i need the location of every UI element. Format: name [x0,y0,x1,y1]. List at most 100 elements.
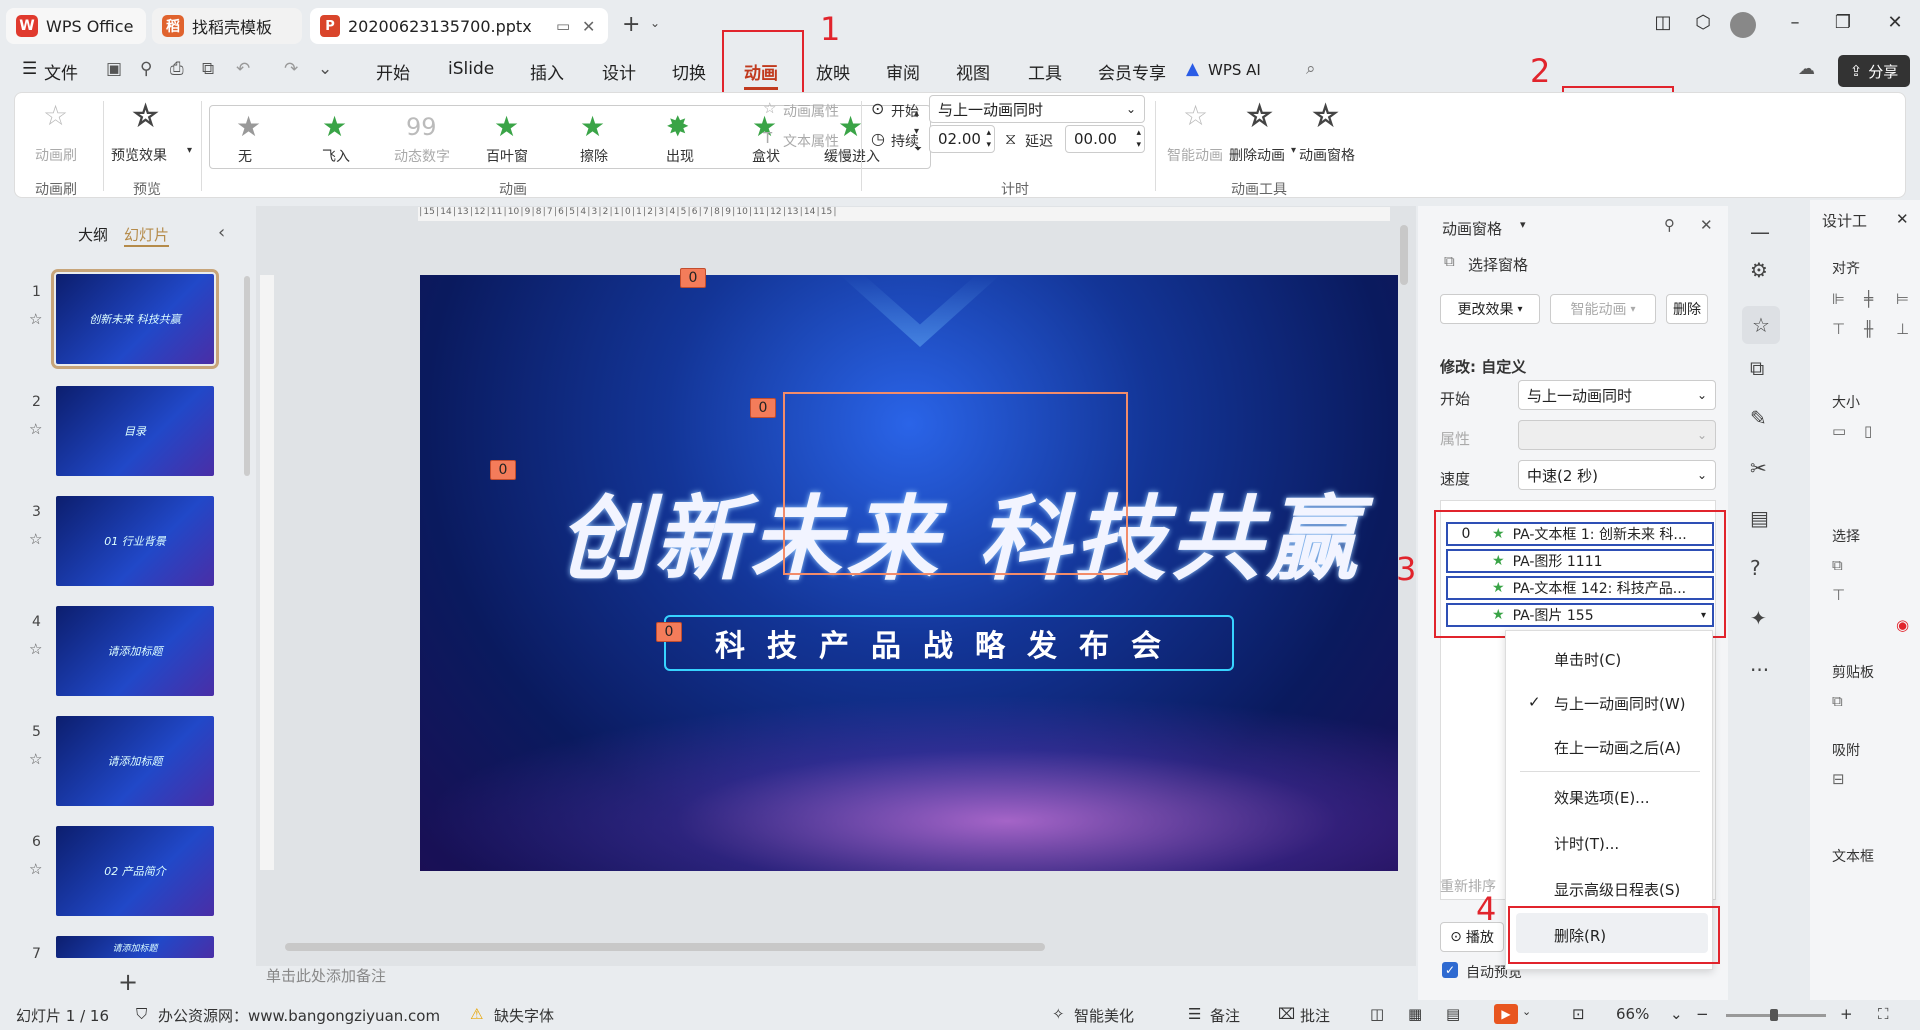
slide-thumb-5[interactable]: 请添加标题 [56,716,214,806]
slide-v-scrollbar[interactable] [1400,225,1408,285]
help-icon[interactable]: ? [1750,556,1761,580]
layers-icon[interactable]: ⧉ [1750,356,1764,380]
cube-icon[interactable]: ⬡ [1688,12,1718,38]
align-left-icon[interactable]: ⊫ [1832,290,1845,308]
snap-icon[interactable]: ⊟ [1832,770,1845,788]
effect-box[interactable]: 盒状 [752,146,780,166]
menu-advanced-timeline[interactable]: 显示高级日程表(S) [1554,879,1680,900]
tab-template[interactable]: 稻 找稻壳模板 [152,8,302,44]
pin-icon[interactable]: ⚲ [1664,216,1675,234]
more-chevron-icon[interactable]: ⌄ [318,59,332,79]
change-effect-button[interactable]: 更改效果 ▾ [1440,294,1540,324]
delete-anim-button[interactable]: 删除动画 [1229,145,1285,165]
pane-start-select[interactable]: 与上一动画同时 ⌄ [1518,380,1716,410]
auto-preview-checkbox[interactable]: ✓ [1442,962,1458,978]
close-window-icon[interactable]: ✕ [1880,12,1910,38]
anim-props-button[interactable]: 动画属性 [783,101,839,121]
zoom-in-icon[interactable]: + [1840,1005,1853,1023]
slide-h-scrollbar[interactable] [285,943,1045,951]
align-right-icon[interactable]: ⊨ [1896,290,1909,308]
pane-speed-select[interactable]: 中速(2 秒) ⌄ [1518,460,1716,490]
thumb-scrollbar[interactable] [244,276,250,476]
effect-fly-in[interactable]: 飞入 [322,146,350,166]
menu-view[interactable]: 视图 [956,59,990,84]
search-icon[interactable]: ⌕ [1306,59,1316,79]
reading-view-icon[interactable]: ▤ [1446,1005,1460,1023]
close-icon[interactable]: ✕ [1700,216,1713,234]
anim-pane-button[interactable]: 动画窗格 [1299,145,1355,165]
timing-start-select[interactable]: 与上一动画同时 ⌄ [929,95,1145,123]
select-icon[interactable]: ⧉ [1832,556,1843,574]
print-icon[interactable]: ⎙ [170,59,184,79]
avatar[interactable] [1730,12,1756,38]
smart-anim-pane-button[interactable]: 智能动画 ▾ [1550,294,1656,324]
anim-order-tag[interactable]: 0 [750,398,776,418]
delete-button[interactable]: 删除 [1666,294,1708,324]
missing-font-button[interactable]: 缺失字体 [494,1005,554,1026]
sidebar-toggle-icon[interactable]: ◫ [1648,12,1678,38]
slide-subtitle[interactable]: 科技产品战略发布会 [664,615,1234,671]
slide-thumb-4[interactable]: 请添加标题 [56,606,214,696]
effect-blinds[interactable]: 百叶窗 [486,146,528,166]
slide-thumb-3[interactable]: 01 行业背景 [56,496,214,586]
restore-icon[interactable]: ❐ [1828,12,1858,38]
menu-review[interactable]: 审阅 [886,59,920,84]
fullscreen-icon[interactable]: ⛶ [1878,1005,1889,1023]
anim-order-tag[interactable]: 0 [656,622,682,642]
add-slide-icon[interactable]: + [118,968,138,996]
plugin-icon[interactable]: ✦ [1750,606,1767,630]
effect-wipe[interactable]: 擦除 [580,146,608,166]
align-bottom-icon[interactable]: ⊥ [1896,320,1909,338]
chevron-down-icon[interactable]: ⌄ [650,16,660,30]
cloud-icon[interactable]: ☁ [1798,59,1815,79]
menu-wps-ai[interactable]: WPS AI [1208,61,1261,79]
export-icon[interactable]: ⧉ [202,59,214,79]
close-tab-icon[interactable]: ✕ [582,17,595,36]
link-icon[interactable]: ⚲ [140,59,152,79]
collapse-icon[interactable]: — [1750,220,1770,244]
smart-anim-button[interactable]: 智能动画 [1167,145,1223,165]
slide-thumb-1[interactable]: 创新未来 科技共赢 [51,269,219,369]
menu-transition[interactable]: 切换 [672,59,706,84]
resource-link[interactable]: 办公资源网：www.bangongziyuan.com [158,1005,440,1026]
zoom-out-icon[interactable]: − [1696,1005,1709,1023]
duration-input[interactable]: 02.00 ▴ ▾ [929,125,995,153]
menu-on-click[interactable]: 单击时(C) [1554,649,1621,670]
palette-icon[interactable]: ✎ [1750,406,1767,430]
align-middle-icon[interactable]: ╫ [1864,320,1873,338]
preview-effect-button[interactable]: 预览效果 [111,145,167,165]
slide-thumb-6[interactable]: 02 产品简介 [56,826,214,916]
menu-tools[interactable]: 工具 [1028,59,1062,84]
normal-view-icon[interactable]: ◫ [1370,1005,1384,1023]
animation-star-icon[interactable]: ☆ [1742,306,1780,344]
menu-effect-options[interactable]: 效果选项(E)... [1554,787,1650,808]
menu-islide[interactable]: iSlide [448,59,494,79]
visibility-icon[interactable]: ◉ [1896,616,1909,634]
effect-dynamic-number[interactable]: 动态数字 [394,146,450,166]
select-pane-link[interactable]: 选择窗格 [1468,254,1528,275]
anim-order-tag[interactable]: 0 [680,268,706,288]
menu-after-previous[interactable]: 在上一动画之后(A) [1554,737,1681,758]
anim-order-tag[interactable]: 0 [490,460,516,480]
slide-thumb-7[interactable]: 请添加标题 [56,936,214,958]
align-top-icon[interactable]: ⊤ [1832,320,1845,338]
size-icon[interactable]: ▭ [1832,422,1846,440]
grid-view-icon[interactable]: ▦ [1408,1005,1422,1023]
copy-icon[interactable]: ⧉ [1832,692,1843,710]
selected-shape[interactable] [783,392,1128,575]
close-icon[interactable]: ✕ [1896,210,1909,228]
tools-icon[interactable]: ✂ [1750,456,1767,480]
book-icon[interactable]: ▤ [1750,506,1769,530]
menu-member[interactable]: 会员专享 [1098,59,1166,84]
menu-home[interactable]: 开始 [376,59,410,84]
menu-insert[interactable]: 插入 [530,59,564,84]
menu-timing[interactable]: 计时(T)... [1554,833,1619,854]
new-tab-icon[interactable]: + [622,12,640,37]
minimize-icon[interactable]: – [1780,12,1810,38]
tab-outline[interactable]: 大纲 [78,224,108,245]
play-slideshow-icon[interactable]: ▶ [1494,1004,1518,1024]
arrange-icon[interactable]: ⊤ [1832,586,1845,604]
text-props-button[interactable]: 文本属性 [783,131,839,151]
notes-field[interactable]: 单击此处添加备注 [256,960,1416,994]
fit-window-icon[interactable]: ⊡ [1572,1005,1585,1023]
